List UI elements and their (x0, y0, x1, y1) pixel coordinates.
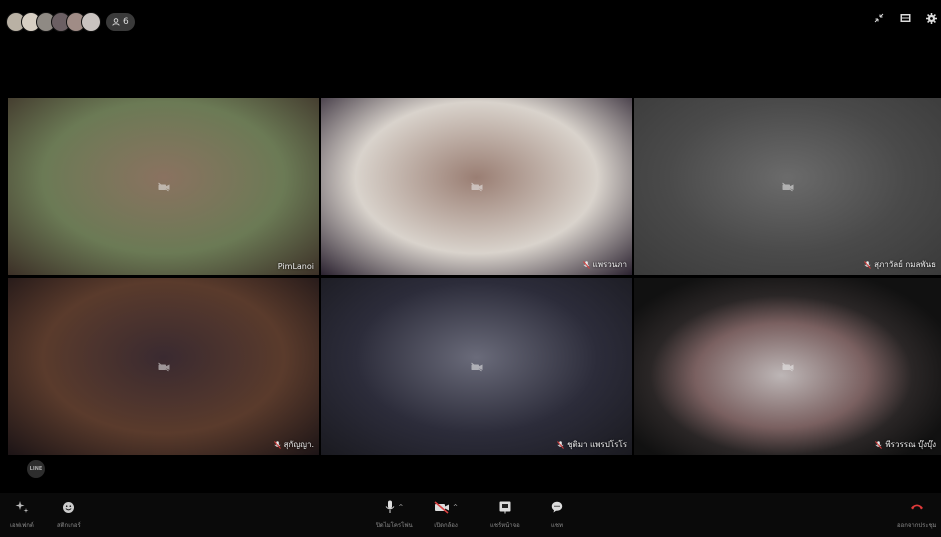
camera-off-icon (781, 362, 793, 371)
stickers-label: สติกเกอร์ (57, 522, 81, 529)
participant-name-tag: สุภาวัลย์ กมลพันธ (864, 258, 936, 271)
avatar (81, 12, 101, 32)
participant-name-tag: ชุติมา แพรปโรโร (557, 438, 627, 451)
person-icon (112, 18, 120, 26)
participant-name: สุภาวัลย์ กมลพันธ (874, 260, 936, 269)
mic-muted-icon (582, 260, 590, 269)
top-right-controls (873, 12, 937, 24)
chat-button[interactable]: แชท (551, 499, 563, 530)
participant-count-badge[interactable]: 6 (106, 13, 135, 31)
smiley-icon (62, 499, 75, 515)
participant-name-tag: แพรวนภา (582, 258, 627, 271)
chat-label: แชท (551, 522, 563, 529)
mic-muted-icon (273, 440, 281, 449)
video-tile[interactable]: พีรวรรณ บุ๊งบุ๊ง (634, 278, 941, 455)
mic-muted-icon (875, 440, 883, 449)
participant-avatars[interactable]: 6 (6, 12, 135, 32)
top-bar: 6 (0, 0, 941, 40)
participant-name-tag: PimLanoi (278, 262, 314, 271)
video-tile[interactable]: แพรวนภา (321, 98, 632, 275)
leave-meeting-button[interactable]: ออกจากประชุม (897, 499, 937, 530)
camera-off-icon (470, 362, 482, 371)
camera-off-icon (781, 182, 793, 191)
effects-label: เอฟเฟกต์ (10, 522, 34, 529)
sparkle-icon (15, 499, 29, 515)
mic-muted-icon (557, 440, 564, 449)
camera-off-icon (157, 182, 169, 191)
video-tile[interactable]: PimLanoi (8, 98, 319, 275)
video-tile[interactable]: ชุติมา แพรปโรโร (321, 278, 632, 455)
participant-count: 6 (123, 17, 129, 27)
video-tile[interactable]: สุภาวัลย์ กมลพันธ (634, 98, 941, 275)
camera-off-icon (434, 500, 449, 514)
camera-button[interactable]: ^ เปิดกล้อง (434, 499, 458, 530)
participant-name: แพรวนภา (592, 260, 627, 269)
chat-icon (551, 499, 563, 515)
mic-label: ปิดไมโครโฟน (376, 522, 413, 529)
camera-off-icon (470, 182, 482, 191)
mic-button[interactable]: ^ ปิดไมโครโฟน (376, 499, 413, 530)
video-tile[interactable]: สุกัญญา. (8, 278, 319, 455)
participant-name: สุกัญญา. (283, 440, 314, 449)
filmstrip-icon[interactable] (899, 12, 911, 24)
chevron-up-icon[interactable]: ^ (398, 504, 403, 511)
bottom-toolbar: เอฟเฟกต์ สติกเกอร์ ^ ปิดไมโครโฟน ^ เปิดก… (0, 493, 941, 537)
participant-name: PimLanoi (277, 262, 314, 271)
share-screen-icon (499, 499, 511, 515)
video-grid: PimLanoi แพรวนภา สุภาวัลย์ กมลพันธสุกัญญา.… (0, 98, 941, 455)
chevron-up-icon[interactable]: ^ (453, 504, 458, 511)
leave-meeting-label: ออกจากประชุม (897, 522, 937, 529)
participant-name: ชุติมา แพรปโรโร (567, 440, 627, 449)
hang-up-icon (910, 499, 924, 515)
line-logo: LINE (27, 460, 45, 478)
collapse-icon[interactable] (873, 12, 885, 24)
microphone-icon (385, 500, 395, 513)
effects-button[interactable]: เอฟเฟกต์ (10, 499, 34, 530)
stickers-button[interactable]: สติกเกอร์ (57, 499, 81, 530)
participant-name-tag: สุกัญญา. (273, 438, 314, 451)
share-screen-label: แชร์หน้าจอ (490, 522, 520, 529)
participant-name: พีรวรรณ บุ๊งบุ๊ง (885, 440, 936, 449)
camera-off-icon (157, 362, 169, 371)
camera-label: เปิดกล้อง (434, 522, 458, 529)
share-screen-button[interactable]: แชร์หน้าจอ (490, 499, 520, 530)
participant-name-tag: พีรวรรณ บุ๊งบุ๊ง (875, 438, 936, 451)
mic-muted-icon (864, 260, 871, 269)
settings-icon[interactable] (925, 12, 937, 24)
